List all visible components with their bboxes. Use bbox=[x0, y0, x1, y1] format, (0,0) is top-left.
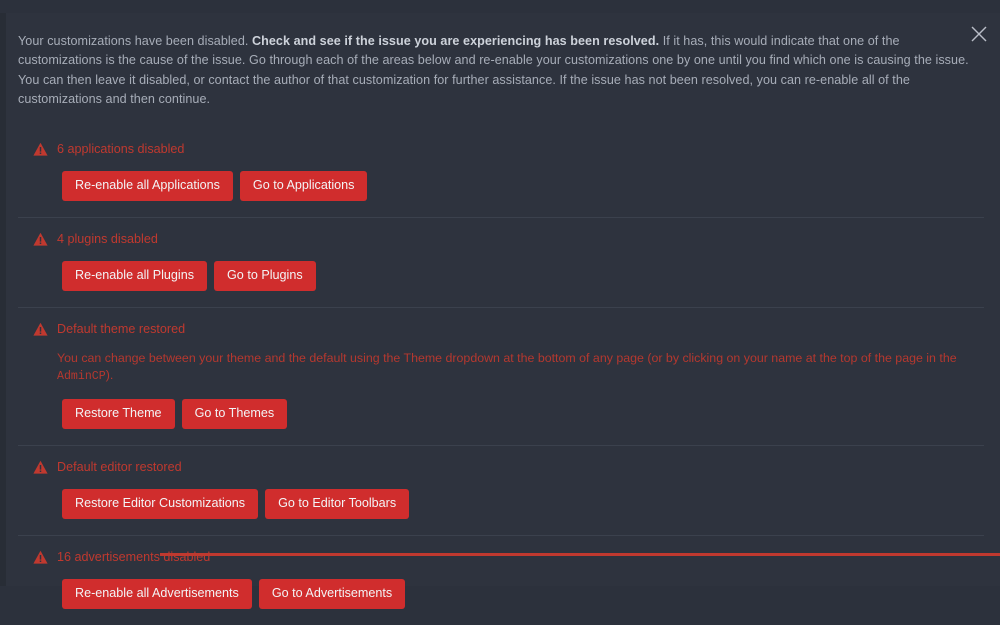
customizations-disabled-notice: Your customizations have been disabled. … bbox=[0, 12, 1000, 609]
section-inner: 6 applications disabled Re-enable all App… bbox=[24, 128, 984, 217]
section-button-row: Restore Editor Customizations Go to Edito… bbox=[24, 488, 984, 519]
re-enable-all-applications-button[interactable]: Re-enable all Applications bbox=[62, 170, 233, 201]
go-to-editor-toolbars-button[interactable]: Go to Editor Toolbars bbox=[265, 488, 410, 519]
customization-section: Default editor restored Restore Editor Cu… bbox=[18, 444, 984, 535]
sections-list: 6 applications disabled Re-enable all App… bbox=[6, 128, 1000, 625]
section-button-row: Re-enable all Plugins Go to Plugins bbox=[24, 260, 984, 291]
section-title: Default theme restored bbox=[57, 321, 186, 336]
restore-theme-button[interactable]: Restore Theme bbox=[62, 398, 175, 429]
section-button-row: Re-enable all Applications Go to Applicat… bbox=[24, 170, 984, 201]
bottom-accent-bar bbox=[160, 552, 1000, 556]
go-to-plugins-button[interactable]: Go to Plugins bbox=[214, 260, 316, 291]
section-description-text: You can change between your theme and th… bbox=[57, 350, 957, 365]
go-to-themes-button[interactable]: Go to Themes bbox=[181, 398, 288, 429]
section-header: 6 applications disabled bbox=[24, 141, 984, 157]
section-header: Default theme restored bbox=[24, 321, 984, 337]
section-inner: 4 plugins disabled Re-enable all Plugins G… bbox=[24, 218, 984, 307]
intro-emphasis: Check and see if the issue you are exper… bbox=[251, 33, 660, 48]
section-header: 16 advertisements disabled bbox=[24, 549, 984, 565]
restore-editor-customizations-button[interactable]: Restore Editor Customizations bbox=[62, 488, 259, 519]
re-enable-all-advertisements-button[interactable]: Re-enable all Advertisements bbox=[62, 578, 252, 609]
section-description-tail: ). bbox=[105, 367, 114, 382]
intro-lead: Your customizations have been disabled. bbox=[18, 33, 249, 48]
section-description-code: AdminCP bbox=[57, 369, 106, 383]
warning-triangle-icon bbox=[33, 460, 48, 475]
re-enable-all-plugins-button[interactable]: Re-enable all Plugins bbox=[62, 260, 208, 291]
section-title: Default editor restored bbox=[57, 459, 182, 474]
section-title: 4 plugins disabled bbox=[57, 231, 158, 246]
section-button-row: Re-enable all Advertisements Go to Advert… bbox=[24, 578, 984, 609]
warning-triangle-icon bbox=[33, 322, 48, 337]
intro-paragraph: Your customizations have been disabled. … bbox=[6, 13, 1000, 110]
section-description: You can change between your theme and th… bbox=[24, 350, 984, 385]
section-inner: Default editor restored Restore Editor Cu… bbox=[24, 446, 984, 535]
section-inner: 16 advertisements disabled Re-enable all … bbox=[24, 536, 984, 625]
go-to-advertisements-button[interactable]: Go to Advertisements bbox=[258, 578, 406, 609]
customization-section: 16 advertisements disabled Re-enable all … bbox=[18, 534, 984, 625]
section-button-row: Restore Theme Go to Themes bbox=[24, 398, 984, 429]
customization-section: 4 plugins disabled Re-enable all Plugins G… bbox=[18, 216, 984, 307]
warning-triangle-icon bbox=[33, 142, 48, 157]
go-to-applications-button[interactable]: Go to Applications bbox=[239, 170, 368, 201]
warning-triangle-icon bbox=[33, 232, 48, 247]
customization-section: 6 applications disabled Re-enable all App… bbox=[18, 128, 984, 217]
warning-triangle-icon bbox=[33, 550, 48, 565]
customization-section: Default theme restored You can change bet… bbox=[18, 306, 984, 445]
section-inner: Default theme restored You can change bet… bbox=[24, 308, 984, 445]
close-icon[interactable] bbox=[966, 21, 992, 47]
section-title: 6 applications disabled bbox=[57, 141, 185, 156]
section-header: Default editor restored bbox=[24, 459, 984, 475]
section-title: 16 advertisements disabled bbox=[57, 549, 211, 564]
section-header: 4 plugins disabled bbox=[24, 231, 984, 247]
